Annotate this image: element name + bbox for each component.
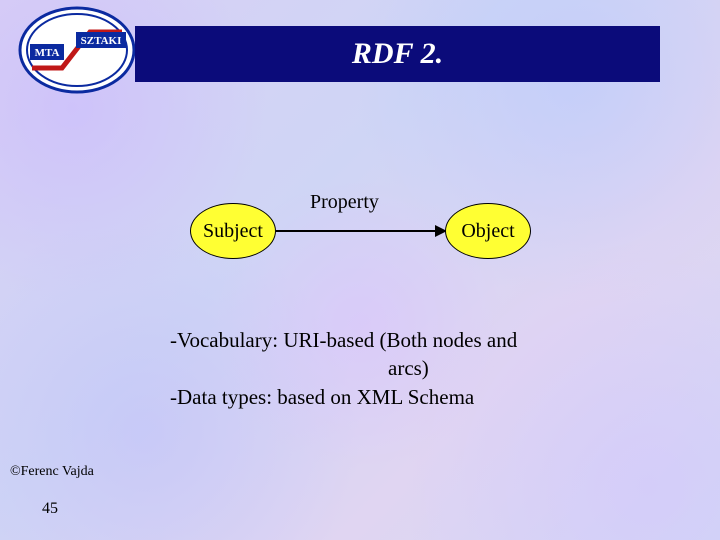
footer-author: ©Ferenc Vajda [10,464,94,480]
mta-sztaki-logo: MTA SZTAKI [18,6,136,94]
object-label: Object [461,220,514,243]
object-node: Object [445,203,531,259]
subject-node: Subject [190,203,276,259]
property-label: Property [310,191,379,214]
body-line-1a: -Vocabulary: URI-based (Both nodes and [170,326,630,354]
slide-title: RDF 2. [352,37,443,71]
body-text: -Vocabulary: URI-based (Both nodes and a… [170,326,630,411]
logo-left-text: MTA [35,47,60,59]
property-arrow [276,230,446,232]
body-line-1b: arcs) [170,354,630,382]
body-line-2: -Data types: based on XML Schema [170,383,630,411]
subject-label: Subject [203,220,263,243]
logo-right-text: SZTAKI [81,35,122,47]
rdf-triple-diagram: Subject Property Object [190,185,550,275]
footer-page-number: 45 [42,500,58,518]
title-bar: RDF 2. [135,26,660,82]
